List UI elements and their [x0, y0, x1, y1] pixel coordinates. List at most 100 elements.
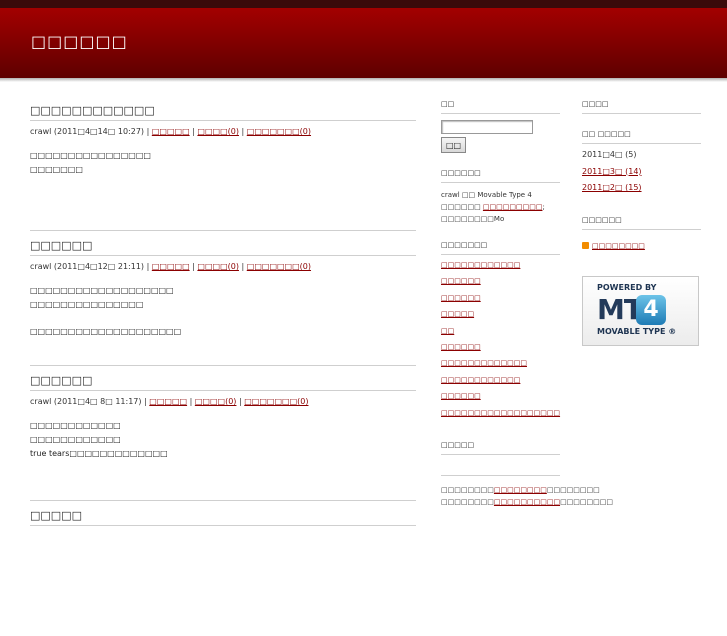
trackback-link[interactable]: □□□□□□□(0) — [247, 262, 311, 271]
entry-meta: crawl (2011□4□14□ 10:27) | □□□□□ | □□□□(… — [30, 127, 312, 136]
category-link[interactable]: □□ — [441, 327, 454, 335]
archive-list: 2011□4□ (5) 2011□3□ (14) 2011□2□ (15) — [582, 150, 701, 200]
widget-title: □□□□□□ — [441, 165, 560, 183]
entry: □□□□□□ crawl (2011□4□ 8□ 11:17) | □□□□□ … — [30, 366, 416, 501]
site-title[interactable]: □□□□□□ — [31, 32, 128, 51]
list-item: 2011□3□ (14) — [582, 167, 701, 184]
main-content: □□□□□□□□□□□□ crawl (2011□4□14□ 10:27) | … — [30, 96, 416, 636]
recent-text-part: □□□□□□□□ — [441, 485, 494, 494]
entry-line: □□□□□□□ — [30, 165, 83, 174]
entry-title[interactable]: □□□□□□ — [30, 231, 416, 256]
entry-body: □□□□□□□□□□□□ □□□□□□□□□□□□ true tears□□□□… — [30, 420, 416, 459]
category-widget: □□□□□□□ □□□□□□□□□□□□ □□□□□□ □□□□□□ □□□□□… — [441, 237, 560, 425]
entry-line: □□□□□□□□□□□□ — [30, 421, 121, 430]
widget-title: □□□□□□□ — [441, 237, 560, 255]
rss-icon — [582, 242, 589, 249]
list-item: □□ — [441, 327, 560, 343]
category-link[interactable]: □□□□□ — [441, 310, 474, 318]
badge-bottom-text: MOVABLE TYPE ® — [597, 326, 677, 336]
search-widget: □□ □□ — [441, 96, 560, 153]
entry-title[interactable]: □□□□□□□□□□□□ — [30, 96, 416, 121]
entry-meta-text: crawl (2011□4□ 8□ 11:17) | — [30, 397, 150, 406]
widget-title: □□□□ — [582, 96, 701, 114]
archive-widget: □□ □□□□□ 2011□4□ (5) 2011□3□ (14) 2011□2… — [582, 126, 701, 200]
feed-widget: □□□□□□ □□□□□□□□ — [582, 212, 701, 250]
entry-line: □□□□□□□□□□□□ — [30, 435, 121, 444]
about-link[interactable]: □□□□□□□□□ — [483, 203, 543, 211]
widget-title: □□ □□□□□ — [582, 126, 701, 144]
archive-link[interactable]: 2011□3□ (14) — [582, 167, 642, 176]
badge-version: 4 — [635, 294, 666, 325]
list-item: □□□□□□ — [441, 343, 560, 359]
list-item: □□□□□□□□□□□□□□□□□□ — [441, 409, 560, 425]
movable-type-logo: MT 4 — [597, 294, 698, 325]
archive-link[interactable]: 2011□2□ (15) — [582, 183, 642, 192]
category-list: □□□□□□□□□□□□ □□□□□□ □□□□□□ □□□□□ □□ □□□□… — [441, 261, 560, 425]
entry: □□□□□□ crawl (2011□4□12□ 21:11) | □□□□□ … — [30, 231, 416, 366]
archive-item[interactable]: 2011□4□ (5) — [582, 150, 636, 159]
category-link[interactable]: □□□□□□□□□□□□□□□□□□ — [441, 409, 560, 417]
entry-body: □□□□□□□□□□□□□□□□□□□ □□□□□□□□□□□□□□□ □□□□… — [30, 285, 416, 337]
entry: □□□□□ — [30, 501, 416, 636]
category-link[interactable]: □□□□□□ — [441, 294, 481, 302]
entry-body: □□□□□□□□□□□□□□□□ □□□□□□□ — [30, 150, 416, 175]
permalink-link[interactable]: □□□□□ — [152, 262, 190, 271]
search-button[interactable]: □□ — [441, 137, 466, 153]
entry: □□□□□□□□□□□□ crawl (2011□4□14□ 10:27) | … — [30, 96, 416, 231]
badge-top-text: POWERED BY — [597, 282, 657, 292]
entry-title[interactable]: □□□□□□ — [30, 366, 416, 391]
powered-by-badge[interactable]: POWERED BY MT 4 MOVABLE TYPE ® — [582, 275, 699, 346]
entry-meta: crawl (2011□4□12□ 21:11) | □□□□□ | □□□□(… — [30, 262, 312, 271]
list-item: □□□□□□ — [441, 277, 560, 293]
entry-meta-text: crawl (2011□4□12□ 21:11) | — [30, 262, 152, 271]
entry-title[interactable]: □□□□□ — [30, 501, 416, 526]
recent-widget: □□□□□ □□□□□□□□□□□□□□□□□□□□□□□□ □□□□□□□□□… — [441, 437, 613, 508]
entry-line: □□□□□□□□□□□□□□□□□□□□ — [30, 327, 182, 336]
comments-link[interactable]: □□□□(0) — [197, 127, 239, 136]
feed-link[interactable]: □□□□□□□□ — [592, 242, 645, 250]
category-link[interactable]: □□□□□□□□□□□□□ — [441, 359, 527, 367]
trackback-link[interactable]: □□□□□□□(0) — [244, 397, 308, 406]
sidebar-right: □□□□ □□ □□□□□ 2011□4□ (5) 2011□3□ (14) 2… — [582, 96, 701, 346]
feed-row: □□□□□□□□ — [582, 242, 701, 250]
list-item: □□□□□□ — [441, 392, 560, 408]
trackback-link[interactable]: □□□□□□□(0) — [247, 127, 311, 136]
category-link[interactable]: □□□□□□ — [441, 277, 481, 285]
recent-text-part: □□□□□□□□ — [546, 485, 600, 494]
sidebar-middle: □□ □□ □□□□□□ crawl □□ Movable Type 4 □□□… — [441, 96, 613, 520]
permalink-link[interactable]: □□□□□ — [149, 397, 187, 406]
entry-meta-text: crawl (2011□4□14□ 10:27) | — [30, 127, 152, 136]
recent-text-part: □□□□□□□□ — [560, 497, 613, 506]
recent-text-part: □□□□□□□□ — [441, 497, 494, 506]
category-link[interactable]: □□□□□□ — [441, 343, 481, 351]
widget-title: □□□□□□ — [582, 212, 701, 230]
list-item: □□□□□□ — [441, 294, 560, 310]
widget-title: □□□□□ — [441, 437, 560, 455]
entry-line: □□□□□□□□□□□□□□□□ — [30, 151, 151, 160]
calendar-widget: □□□□ — [582, 96, 701, 114]
about-widget: □□□□□□ crawl □□ Movable Type 4 □□□□□□ □□… — [441, 165, 560, 225]
entry-meta: crawl (2011□4□ 8□ 11:17) | □□□□□ | □□□□(… — [30, 397, 309, 406]
entry-line: □□□□□□□□□□□□□□□ — [30, 300, 144, 309]
list-item: □□□□□□□□□□□□ — [441, 376, 560, 392]
comments-link[interactable]: □□□□(0) — [195, 397, 237, 406]
recent-link[interactable]: □□□□□□□□ — [494, 486, 547, 494]
entry-line: true tears□□□□□□□□□□□□□ — [30, 449, 168, 458]
search-input[interactable] — [441, 120, 533, 134]
header-shadow — [0, 78, 727, 82]
category-link[interactable]: □□□□□□□□□□□□ — [441, 261, 520, 269]
list-item: 2011□2□ (15) — [582, 183, 701, 200]
recent-link[interactable]: □□□□□□□□□□ — [494, 498, 560, 506]
about-text: crawl □□ Movable Type 4 □□□□□□ □□□□□□□□□… — [441, 189, 560, 225]
recent-text: □□□□□□□□□□□□□□□□□□□□□□□□ □□□□□□□□□□□□□□□… — [441, 484, 613, 508]
site-header: □□□□□□ — [0, 8, 727, 78]
category-link[interactable]: □□□□□□ — [441, 392, 481, 400]
top-strip — [0, 0, 727, 8]
list-item: □□□□□□□□□□□□□ — [441, 359, 560, 375]
comments-link[interactable]: □□□□(0) — [197, 262, 239, 271]
category-link[interactable]: □□□□□□□□□□□□ — [441, 376, 520, 384]
divider — [441, 461, 560, 476]
list-item: □□□□□□□□□□□□ — [441, 261, 560, 277]
permalink-link[interactable]: □□□□□ — [152, 127, 190, 136]
list-item: □□□□□ — [441, 310, 560, 326]
